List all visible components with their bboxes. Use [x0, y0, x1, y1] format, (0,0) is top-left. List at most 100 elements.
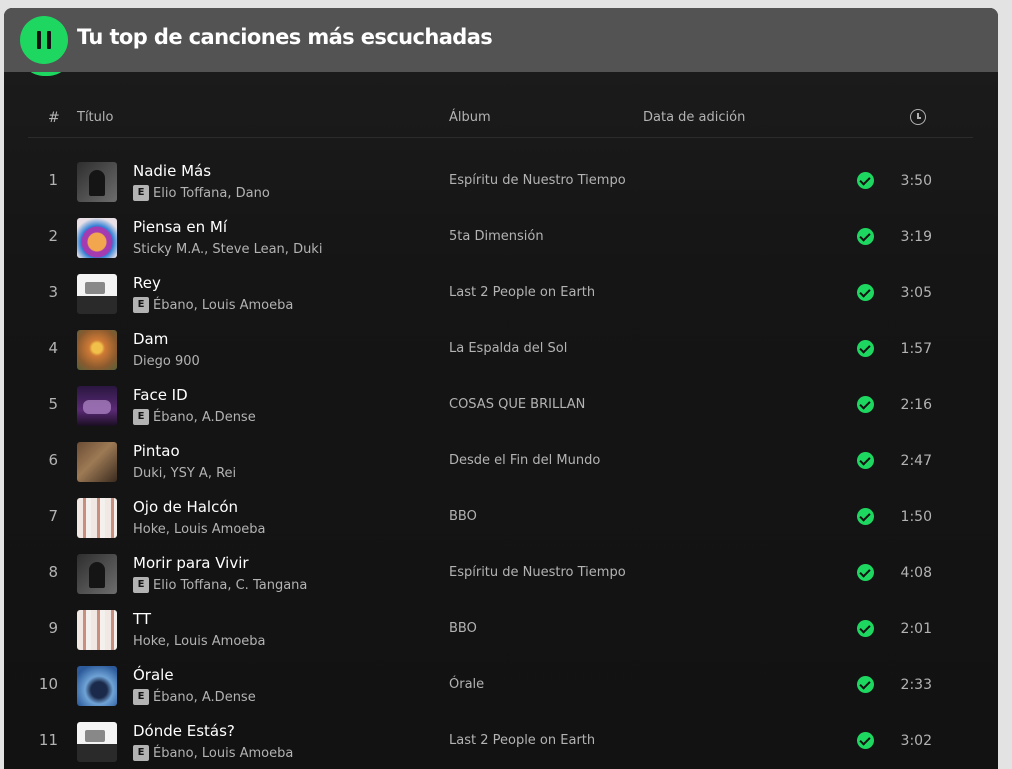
track-row[interactable]: 4 Dam Diego 900 La Espalda del Sol 1:57: [28, 322, 973, 378]
track-number: 1: [48, 171, 58, 189]
track-title[interactable]: TT: [133, 610, 151, 628]
playlist-panel: Tu top de canciones más escuchadas # Tít…: [4, 8, 998, 769]
track-artists[interactable]: Diego 900: [133, 354, 200, 369]
track-album[interactable]: Desde el Fin del Mundo: [449, 453, 600, 468]
track-artists-line: Diego 900: [133, 353, 200, 369]
track-artists-line: E Ébano, Louis Amoeba: [133, 297, 293, 313]
saved-check-icon[interactable]: [857, 676, 874, 693]
column-title[interactable]: Título: [77, 110, 113, 125]
track-list: 1 Nadie Más E Elio Toffana, Dano Espíritu de…: [28, 154, 973, 769]
track-duration: 3:50: [900, 173, 932, 189]
track-duration: 3:02: [900, 733, 932, 749]
track-duration: 4:08: [900, 565, 932, 581]
track-title[interactable]: Morir para Vivir: [133, 554, 249, 572]
saved-check-icon[interactable]: [857, 732, 874, 749]
saved-check-icon[interactable]: [857, 564, 874, 581]
track-row[interactable]: 8 Morir para Vivir E Elio Toffana, C. Tanga…: [28, 546, 973, 602]
track-album[interactable]: Órale: [449, 677, 484, 692]
track-duration: 2:16: [900, 397, 932, 413]
track-duration: 2:01: [900, 621, 932, 637]
track-number: 6: [48, 451, 58, 469]
track-artists-line: Sticky M.A., Steve Lean, Duki: [133, 241, 322, 257]
track-artists[interactable]: Duki, YSY A, Rei: [133, 466, 236, 481]
track-duration: 1:50: [900, 509, 932, 525]
track-artists-line: Hoke, Louis Amoeba: [133, 633, 266, 649]
track-title[interactable]: Dónde Estás?: [133, 722, 235, 740]
track-number: 8: [48, 563, 58, 581]
explicit-badge: E: [133, 297, 149, 313]
track-row[interactable]: 3 Rey E Ébano, Louis Amoeba Last 2 People on…: [28, 266, 973, 322]
track-artists-line: E Ébano, A.Dense: [133, 689, 256, 705]
track-artists[interactable]: Ébano, A.Dense: [153, 690, 256, 705]
clock-icon[interactable]: [910, 109, 926, 125]
track-artists[interactable]: Elio Toffana, C. Tangana: [153, 578, 307, 593]
track-row[interactable]: 1 Nadie Más E Elio Toffana, Dano Espíritu de…: [28, 154, 973, 210]
track-artists[interactable]: Ébano, A.Dense: [153, 410, 256, 425]
track-title[interactable]: Ojo de Halcón: [133, 498, 238, 516]
album-cover: [77, 162, 117, 202]
track-row[interactable]: 11 Dónde Estás? E Ébano, Louis Amoeba Last 2…: [28, 714, 973, 769]
album-cover: [77, 610, 117, 650]
column-date-added[interactable]: Data de adición: [643, 110, 745, 125]
explicit-badge: E: [133, 185, 149, 201]
track-artists[interactable]: Ébano, Louis Amoeba: [153, 746, 293, 761]
track-number: 3: [48, 283, 58, 301]
saved-check-icon[interactable]: [857, 172, 874, 189]
track-title[interactable]: Pintao: [133, 442, 180, 460]
track-number: 11: [38, 731, 58, 749]
track-title[interactable]: Rey: [133, 274, 161, 292]
track-artists-line: E Elio Toffana, Dano: [133, 185, 270, 201]
track-album[interactable]: La Espalda del Sol: [449, 341, 567, 356]
saved-check-icon[interactable]: [857, 228, 874, 245]
track-album[interactable]: Last 2 People on Earth: [449, 733, 595, 748]
column-number[interactable]: #: [48, 110, 60, 126]
track-row[interactable]: 6 Pintao Duki, YSY A, Rei Desde el Fin del …: [28, 434, 973, 490]
track-title[interactable]: Piensa en Mí: [133, 218, 227, 236]
track-row[interactable]: 2 Piensa en Mí Sticky M.A., Steve Lean, Du…: [28, 210, 973, 266]
track-duration: 1:57: [900, 341, 932, 357]
explicit-badge: E: [133, 689, 149, 705]
track-table-header: # Título Álbum Data de adición: [28, 106, 973, 138]
track-album[interactable]: 5ta Dimensión: [449, 229, 544, 244]
saved-check-icon[interactable]: [857, 284, 874, 301]
track-album[interactable]: BBO: [449, 509, 477, 524]
album-cover: [77, 274, 117, 314]
sticky-header: Tu top de canciones más escuchadas: [4, 8, 998, 72]
explicit-badge: E: [133, 577, 149, 593]
track-album[interactable]: Last 2 People on Earth: [449, 285, 595, 300]
track-title[interactable]: Face ID: [133, 386, 188, 404]
track-row[interactable]: 7 Ojo de Halcón Hoke, Louis Amoeba BBO 1:50: [28, 490, 973, 546]
explicit-badge: E: [133, 409, 149, 425]
saved-check-icon[interactable]: [857, 396, 874, 413]
pause-button[interactable]: [20, 16, 68, 64]
album-cover: [77, 386, 117, 426]
track-duration: 3:19: [900, 229, 932, 245]
window-scrollbar-track[interactable]: [998, 0, 1012, 769]
track-artists[interactable]: Ébano, Louis Amoeba: [153, 298, 293, 313]
track-artists[interactable]: Hoke, Louis Amoeba: [133, 522, 266, 537]
track-number: 7: [48, 507, 58, 525]
saved-check-icon[interactable]: [857, 508, 874, 525]
track-album[interactable]: Espíritu de Nuestro Tiempo: [449, 565, 626, 580]
track-artists-line: E Ébano, A.Dense: [133, 409, 256, 425]
saved-check-icon[interactable]: [857, 340, 874, 357]
track-number: 9: [48, 619, 58, 637]
column-album[interactable]: Álbum: [449, 110, 491, 125]
track-title[interactable]: Órale: [133, 666, 174, 684]
track-album[interactable]: Espíritu de Nuestro Tiempo: [449, 173, 626, 188]
album-cover: [77, 554, 117, 594]
saved-check-icon[interactable]: [857, 620, 874, 637]
track-title[interactable]: Nadie Más: [133, 162, 211, 180]
track-row[interactable]: 10 Órale E Ébano, A.Dense Órale 2:33: [28, 658, 973, 714]
track-title[interactable]: Dam: [133, 330, 168, 348]
track-artists[interactable]: Hoke, Louis Amoeba: [133, 634, 266, 649]
track-artists[interactable]: Sticky M.A., Steve Lean, Duki: [133, 242, 322, 257]
saved-check-icon[interactable]: [857, 452, 874, 469]
track-album[interactable]: COSAS QUE BRILLAN: [449, 397, 585, 412]
album-cover: [77, 666, 117, 706]
track-row[interactable]: 9 TT Hoke, Louis Amoeba BBO 2:01: [28, 602, 973, 658]
track-row[interactable]: 5 Face ID E Ébano, A.Dense COSAS QUE BRILLAN…: [28, 378, 973, 434]
track-album[interactable]: BBO: [449, 621, 477, 636]
track-artists[interactable]: Elio Toffana, Dano: [153, 186, 270, 201]
track-number: 5: [48, 395, 58, 413]
